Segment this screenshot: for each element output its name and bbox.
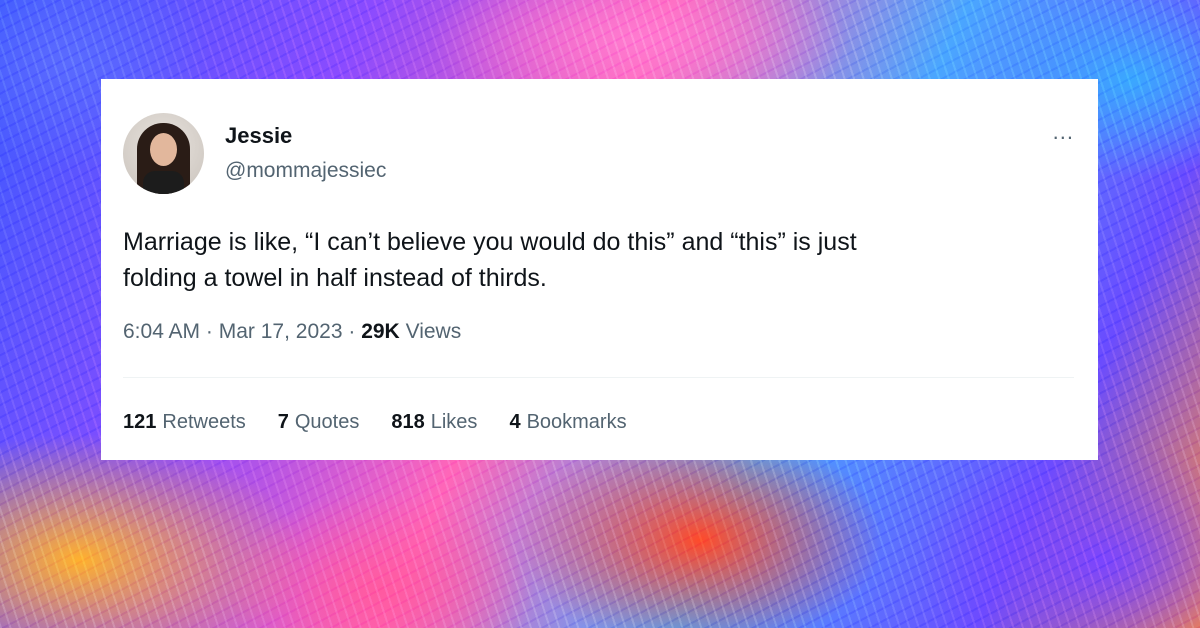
- tweet-date[interactable]: Mar 17, 2023: [219, 320, 343, 343]
- stat-count: 4: [509, 411, 521, 433]
- tweet-card: Jessie @mommajessiec ... Marriage is lik…: [101, 79, 1098, 460]
- stat-count: 818: [391, 411, 425, 433]
- stat-bookmarks[interactable]: 4 Bookmarks: [509, 411, 626, 434]
- more-options-icon[interactable]: ...: [1053, 119, 1074, 145]
- stat-count: 7: [277, 411, 289, 433]
- views-label: Views: [405, 320, 462, 343]
- tweet-meta: 6:04 AM · Mar 17, 2023 · 29K Views: [123, 320, 461, 344]
- stat-label: Bookmarks: [526, 411, 627, 433]
- meta-separator: ·: [348, 320, 356, 343]
- avatar[interactable]: [123, 113, 204, 194]
- tweet-time[interactable]: 6:04 AM: [123, 320, 200, 343]
- stat-quotes[interactable]: 7 Quotes: [278, 411, 360, 434]
- author-handle[interactable]: @mommajessiec: [225, 159, 386, 183]
- views-count: 29K: [361, 320, 400, 343]
- meta-separator: ·: [205, 320, 213, 343]
- avatar-shirt: [143, 171, 184, 194]
- stat-likes[interactable]: 818 Likes: [391, 411, 477, 434]
- avatar-face: [150, 133, 177, 166]
- stat-count: 121: [123, 411, 157, 433]
- tweet-text-line: Marriage is like, “I can’t believe you w…: [123, 228, 857, 256]
- stat-label: Quotes: [294, 411, 360, 433]
- stat-label: Retweets: [162, 411, 246, 433]
- stat-retweets[interactable]: 121 Retweets: [123, 411, 246, 434]
- author-name[interactable]: Jessie: [225, 123, 292, 149]
- divider: [123, 377, 1074, 378]
- stat-label: Likes: [430, 411, 478, 433]
- engagement-stats: 121 Retweets 7 Quotes 818 Likes 4 Bookmarks: [123, 411, 627, 434]
- tweet-text: Marriage is like, “I can’t believe you w…: [123, 224, 1063, 296]
- tweet-text-line: folding a towel in half instead of third…: [123, 264, 547, 292]
